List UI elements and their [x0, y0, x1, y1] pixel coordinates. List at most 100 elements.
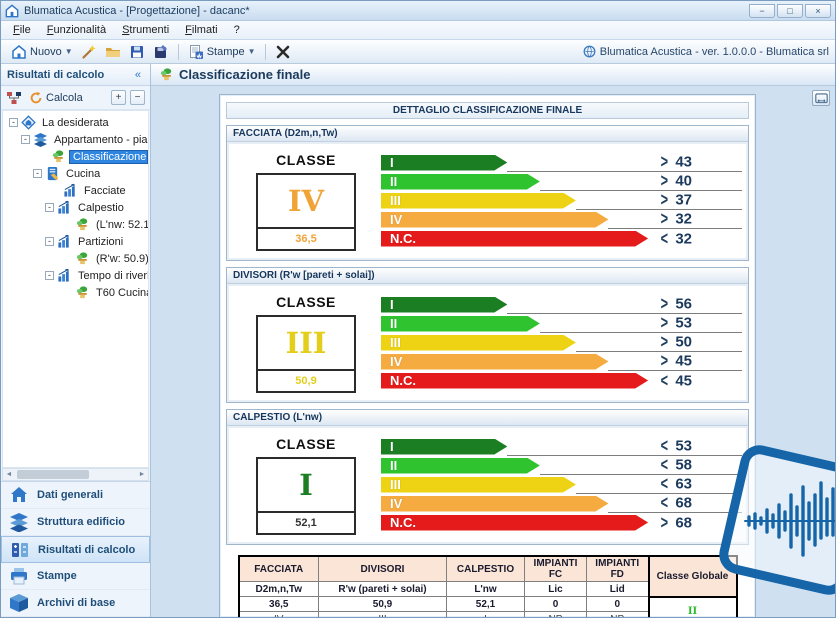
scroll-left-icon[interactable]: ◄ [3, 471, 15, 478]
tree-item-label[interactable]: (L'nw: 52.1) [93, 219, 148, 231]
minimize-button[interactable]: − [749, 4, 775, 18]
tree-item-label[interactable]: Partizioni [75, 236, 126, 248]
class-scale-row: IV < 68 [381, 494, 742, 513]
cube-icon [9, 593, 29, 613]
wand-icon [81, 44, 97, 60]
tree-item-label[interactable]: T60 Cucina [93, 287, 148, 299]
wizard-button[interactable] [77, 42, 101, 62]
nuovo-button[interactable]: Nuovo▼ [7, 42, 77, 62]
sidebar-collapse-button[interactable]: « [132, 69, 144, 81]
sidebar-title: Risultati di calcolo [7, 69, 132, 81]
tree-item-label[interactable]: La desiderata [39, 117, 112, 129]
sidebar-nav-label: Stampe [37, 570, 77, 582]
class-arrow: N.C. [381, 373, 648, 389]
sidebar-nav-item[interactable]: Struttura edificio [1, 509, 150, 536]
sub-header: L'nw [447, 582, 525, 597]
class-arrow-label: N.C. [381, 373, 416, 389]
dropdown-caret-icon: ▼ [248, 47, 256, 56]
classe-label: CLASSE [231, 294, 381, 310]
class-arrow-label: II [381, 458, 397, 474]
sidebar-nav-item[interactable]: Archivi di base [1, 590, 150, 617]
menu-item[interactable]: Filmati [177, 22, 225, 38]
tree-item[interactable]: (R'w: 50.9) ( [5, 250, 148, 267]
classification-icon [51, 149, 66, 164]
threshold-value: 40 [675, 173, 692, 190]
tree-expander-icon[interactable] [63, 220, 72, 229]
tree-item[interactable]: - Calpestio [5, 199, 148, 216]
class-arrow: IV [381, 354, 608, 370]
tree-expander-icon[interactable]: - [45, 203, 54, 212]
scrollbar-thumb[interactable] [17, 470, 89, 479]
tree-item-label[interactable]: Classificazione finale [69, 150, 148, 164]
tree-expander-icon[interactable]: - [45, 271, 54, 280]
class-arrow-label: IV [381, 496, 402, 512]
stampe-button[interactable]: Stampe▼ [184, 42, 260, 62]
save-button[interactable] [125, 42, 149, 62]
threshold-value: 50 [675, 334, 692, 351]
tree-expander-icon[interactable] [39, 152, 48, 161]
class-scale-row: III > 50 [381, 333, 742, 352]
org-chart-icon[interactable] [6, 90, 22, 106]
sidebar-nav-item[interactable]: Stampe [1, 563, 150, 590]
tree-item-label[interactable]: Cucina [63, 168, 103, 180]
tree-item[interactable]: Facciate [5, 182, 148, 199]
printer-icon [9, 566, 29, 586]
toolbar: Nuovo▼ Stampe▼ Blumatica Acustica - ver.… [1, 40, 835, 64]
tree-item[interactable]: - La desiderata [5, 114, 148, 131]
close-button[interactable]: × [805, 4, 831, 18]
tree-item[interactable]: (L'nw: 52.1) [5, 216, 148, 233]
room-doc-icon [45, 166, 60, 181]
menu-item[interactable]: ? [226, 22, 248, 38]
tree-item[interactable]: - Appartamento - piano 1 - i [5, 131, 148, 148]
class-arrow-label: IV [381, 212, 402, 228]
tree-horizontal-scrollbar[interactable]: ◄ ► [2, 468, 149, 481]
open-button[interactable] [101, 42, 125, 62]
tree-expander-icon[interactable]: - [33, 169, 42, 178]
expand-all-button[interactable]: + [111, 90, 126, 105]
class-summary: CLASSE III 50,9 [231, 292, 381, 393]
tools-button[interactable] [271, 42, 295, 62]
menu-item[interactable]: Strumenti [114, 22, 177, 38]
sidebar-nav-item[interactable]: Dati generali [1, 482, 150, 509]
calcola-button[interactable]: Calcola [26, 90, 86, 106]
toolbar-separator [265, 44, 266, 60]
tree-item[interactable]: T60 Cucina [5, 284, 148, 301]
tree-item[interactable]: - Tempo di riverbe [5, 267, 148, 284]
tree-item-label[interactable]: (R'w: 50.9) ( [93, 253, 148, 265]
threshold-value: 43 [675, 154, 692, 171]
scroll-right-icon[interactable]: ► [136, 471, 148, 478]
menu-item[interactable]: File [5, 22, 39, 38]
main-header: Classificazione finale [151, 64, 835, 86]
blumatica-watermark-logo [719, 425, 835, 615]
save-all-button[interactable] [149, 42, 173, 62]
class-arrow-label: I [381, 297, 394, 313]
menu-item[interactable]: Funzionalità [39, 22, 114, 38]
tree-item-label[interactable]: Facciate [81, 185, 129, 197]
tree-item-label[interactable]: Calpestio [75, 202, 127, 214]
sub-header: Lid [587, 582, 649, 597]
classe-box: III 50,9 [256, 315, 356, 393]
comparison-operator: < [660, 492, 667, 513]
tree-expander-icon[interactable] [51, 186, 60, 195]
class-arrow-label: II [381, 174, 397, 190]
class-summary: CLASSE I 52,1 [231, 434, 381, 535]
measured-value: 52,1 [258, 511, 354, 533]
threshold-value: 37 [675, 192, 692, 209]
collapse-all-button[interactable]: − [130, 90, 145, 105]
tree-expander-icon[interactable] [63, 254, 72, 263]
tree-expander-icon[interactable] [63, 288, 72, 297]
tools-icon [275, 44, 291, 60]
table-class: I [447, 612, 525, 618]
tree-expander-icon[interactable]: - [9, 118, 18, 127]
maximize-button[interactable]: □ [777, 4, 803, 18]
tree-expander-icon[interactable]: - [21, 135, 30, 144]
save-icon [129, 44, 145, 60]
tree-item[interactable]: - Cucina [5, 165, 148, 182]
tree-item[interactable]: Classificazione finale [5, 148, 148, 165]
tree-item-label[interactable]: Appartamento - piano 1 - i [51, 134, 148, 146]
tree-item-label[interactable]: Tempo di riverbe [75, 270, 148, 282]
tree-item[interactable]: - Partizioni [5, 233, 148, 250]
toggle-preview-button[interactable] [812, 90, 830, 106]
sidebar-nav-item[interactable]: Risultati di calcolo [1, 536, 150, 563]
tree-expander-icon[interactable]: - [45, 237, 54, 246]
